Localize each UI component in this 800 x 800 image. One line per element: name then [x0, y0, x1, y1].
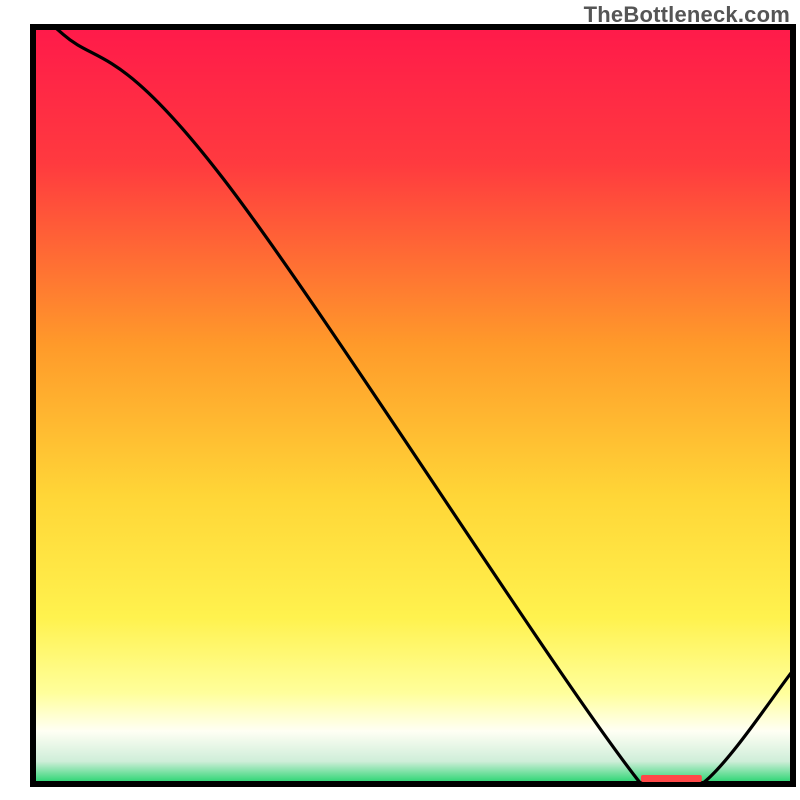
min-marker [641, 775, 702, 782]
chart-container: TheBottleneck.com [0, 0, 800, 800]
plot-background [33, 27, 793, 784]
chart-svg [0, 0, 800, 800]
watermark-text: TheBottleneck.com [584, 2, 790, 28]
